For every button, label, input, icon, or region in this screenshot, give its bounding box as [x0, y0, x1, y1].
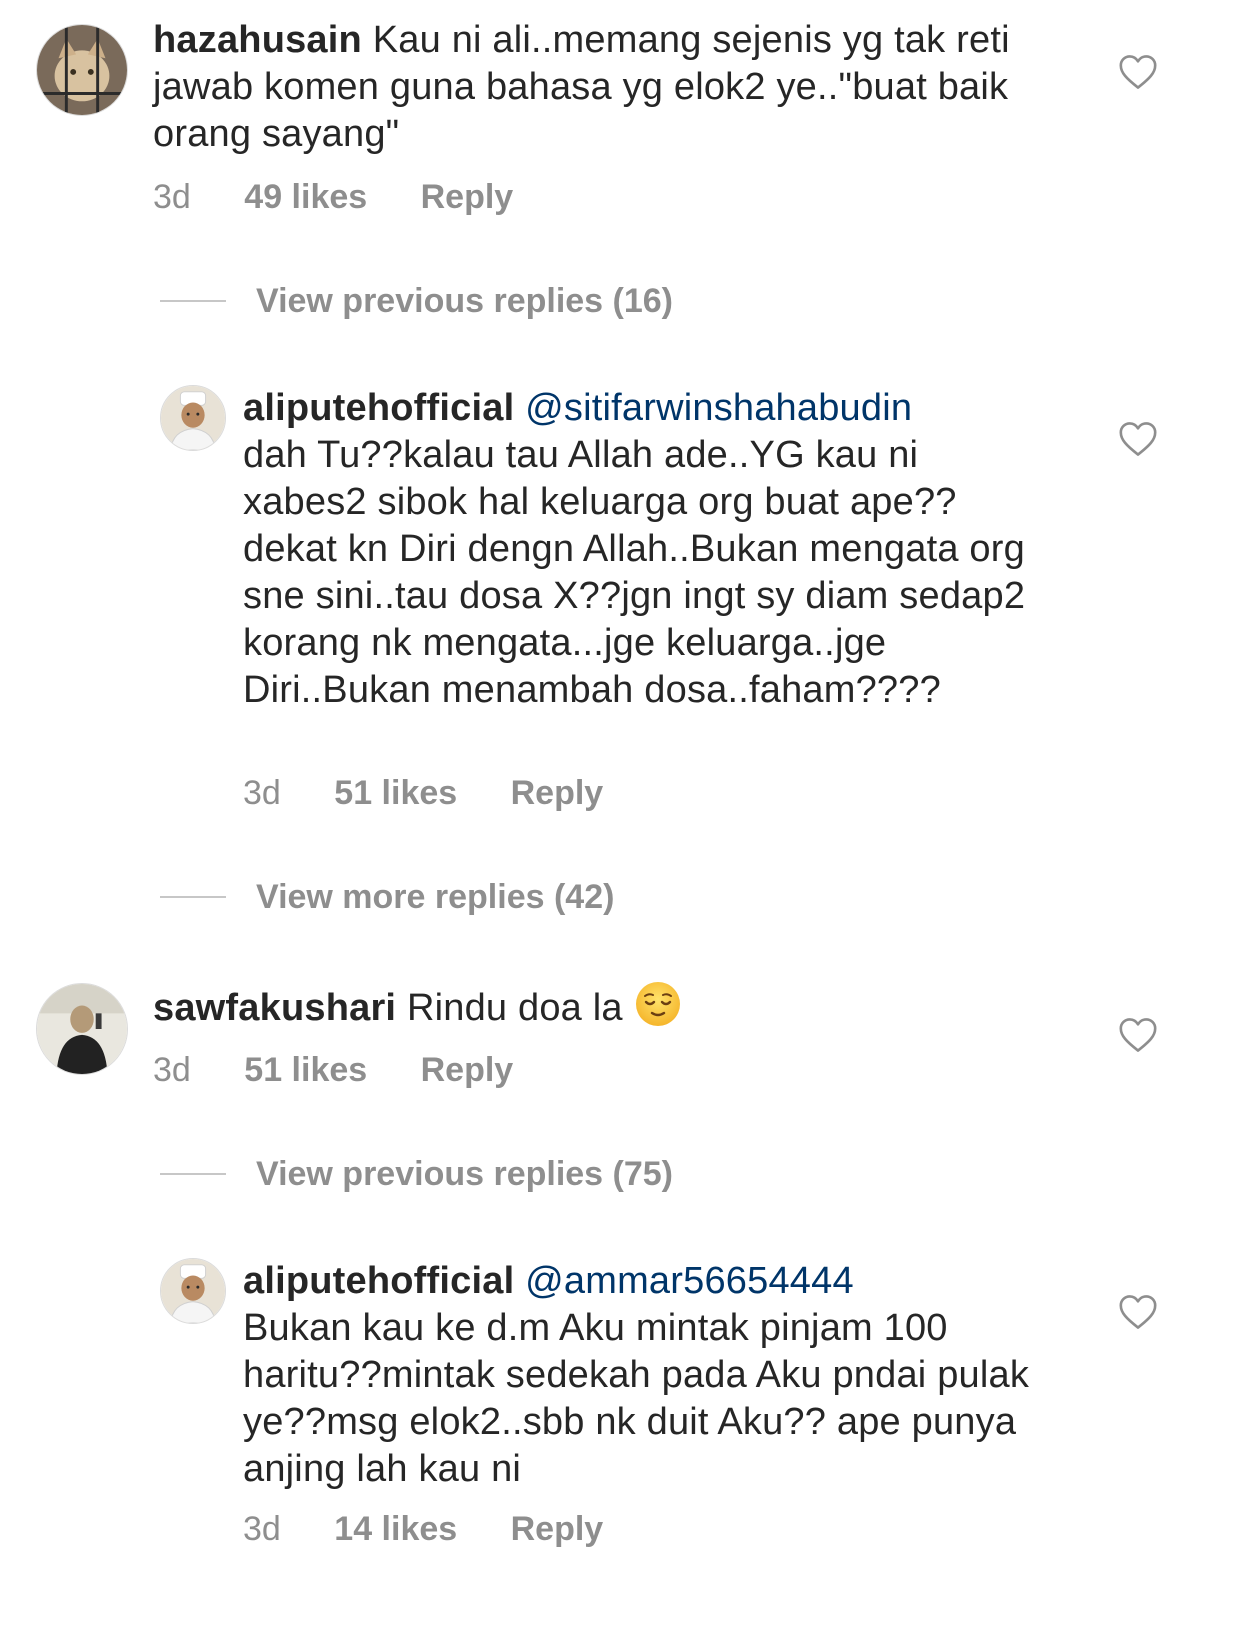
- avatar[interactable]: [36, 24, 128, 116]
- avatar[interactable]: [160, 1258, 226, 1324]
- view-previous-replies-button[interactable]: View previous replies (75): [160, 1154, 673, 1194]
- heart-icon[interactable]: [1118, 54, 1158, 90]
- reply-button[interactable]: Reply: [511, 1510, 604, 1549]
- reply-button[interactable]: Reply: [511, 774, 604, 813]
- view-replies-label[interactable]: View previous replies (16): [256, 282, 673, 321]
- avatar-image-cat: [37, 25, 127, 115]
- username[interactable]: sawfakushari: [153, 987, 396, 1029]
- mention-link[interactable]: @sitifarwinshahabudin: [525, 387, 912, 429]
- divider-line: [160, 300, 226, 302]
- comment-text: Rindu doa la: [406, 987, 623, 1029]
- username[interactable]: aliputehofficial: [243, 387, 514, 429]
- view-replies-label[interactable]: View previous replies (75): [256, 1155, 673, 1194]
- heart-icon[interactable]: [1118, 1294, 1158, 1330]
- username[interactable]: aliputehofficial: [243, 1260, 514, 1302]
- avatar[interactable]: [160, 385, 226, 451]
- comment-text: dah Tu??kalau tau Allah ade..YG kau ni x…: [243, 434, 1026, 711]
- comment-meta: 3d 51 likes Reply: [243, 774, 647, 813]
- timestamp: 3d: [243, 1510, 281, 1548]
- relieved-face-emoji: [634, 980, 682, 1028]
- timestamp: 3d: [243, 774, 281, 812]
- comment-text: Bukan kau ke d.m Aku mintak pinjam 100 h…: [243, 1307, 1030, 1490]
- view-more-replies-button[interactable]: View more replies (42): [160, 877, 614, 917]
- comment-meta: 3d 49 likes Reply: [153, 178, 557, 217]
- comment-meta: 3d 51 likes Reply: [153, 1051, 557, 1090]
- likes-count[interactable]: 51 likes: [334, 774, 457, 813]
- reply-button[interactable]: Reply: [421, 1051, 514, 1090]
- avatar-image-chef: [161, 1259, 225, 1323]
- avatar[interactable]: [36, 983, 128, 1075]
- view-previous-replies-button[interactable]: View previous replies (16): [160, 281, 673, 321]
- timestamp: 3d: [153, 178, 191, 216]
- heart-icon[interactable]: [1118, 1017, 1158, 1053]
- likes-count[interactable]: 51 likes: [244, 1051, 367, 1090]
- username[interactable]: hazahusain: [153, 19, 362, 61]
- comment-body: aliputehofficial @sitifarwinshahabudin d…: [243, 385, 1043, 714]
- reply-button[interactable]: Reply: [421, 178, 514, 217]
- likes-count[interactable]: 14 likes: [334, 1510, 457, 1549]
- comment-body: sawfakushari Rindu doa la: [153, 980, 1033, 1032]
- divider-line: [160, 1173, 226, 1175]
- avatar-image-chef: [161, 386, 225, 450]
- comment-body: hazahusain Kau ni ali..memang sejenis yg…: [153, 17, 1033, 158]
- likes-count[interactable]: 49 likes: [244, 178, 367, 217]
- mention-link[interactable]: @ammar56654444: [525, 1260, 854, 1302]
- heart-icon[interactable]: [1118, 421, 1158, 457]
- timestamp: 3d: [153, 1051, 191, 1089]
- divider-line: [160, 896, 226, 898]
- avatar-image-person: [37, 984, 127, 1074]
- comment-body: aliputehofficial @ammar56654444 Bukan ka…: [243, 1258, 1043, 1493]
- comment-meta: 3d 14 likes Reply: [243, 1510, 647, 1549]
- view-replies-label[interactable]: View more replies (42): [256, 878, 614, 917]
